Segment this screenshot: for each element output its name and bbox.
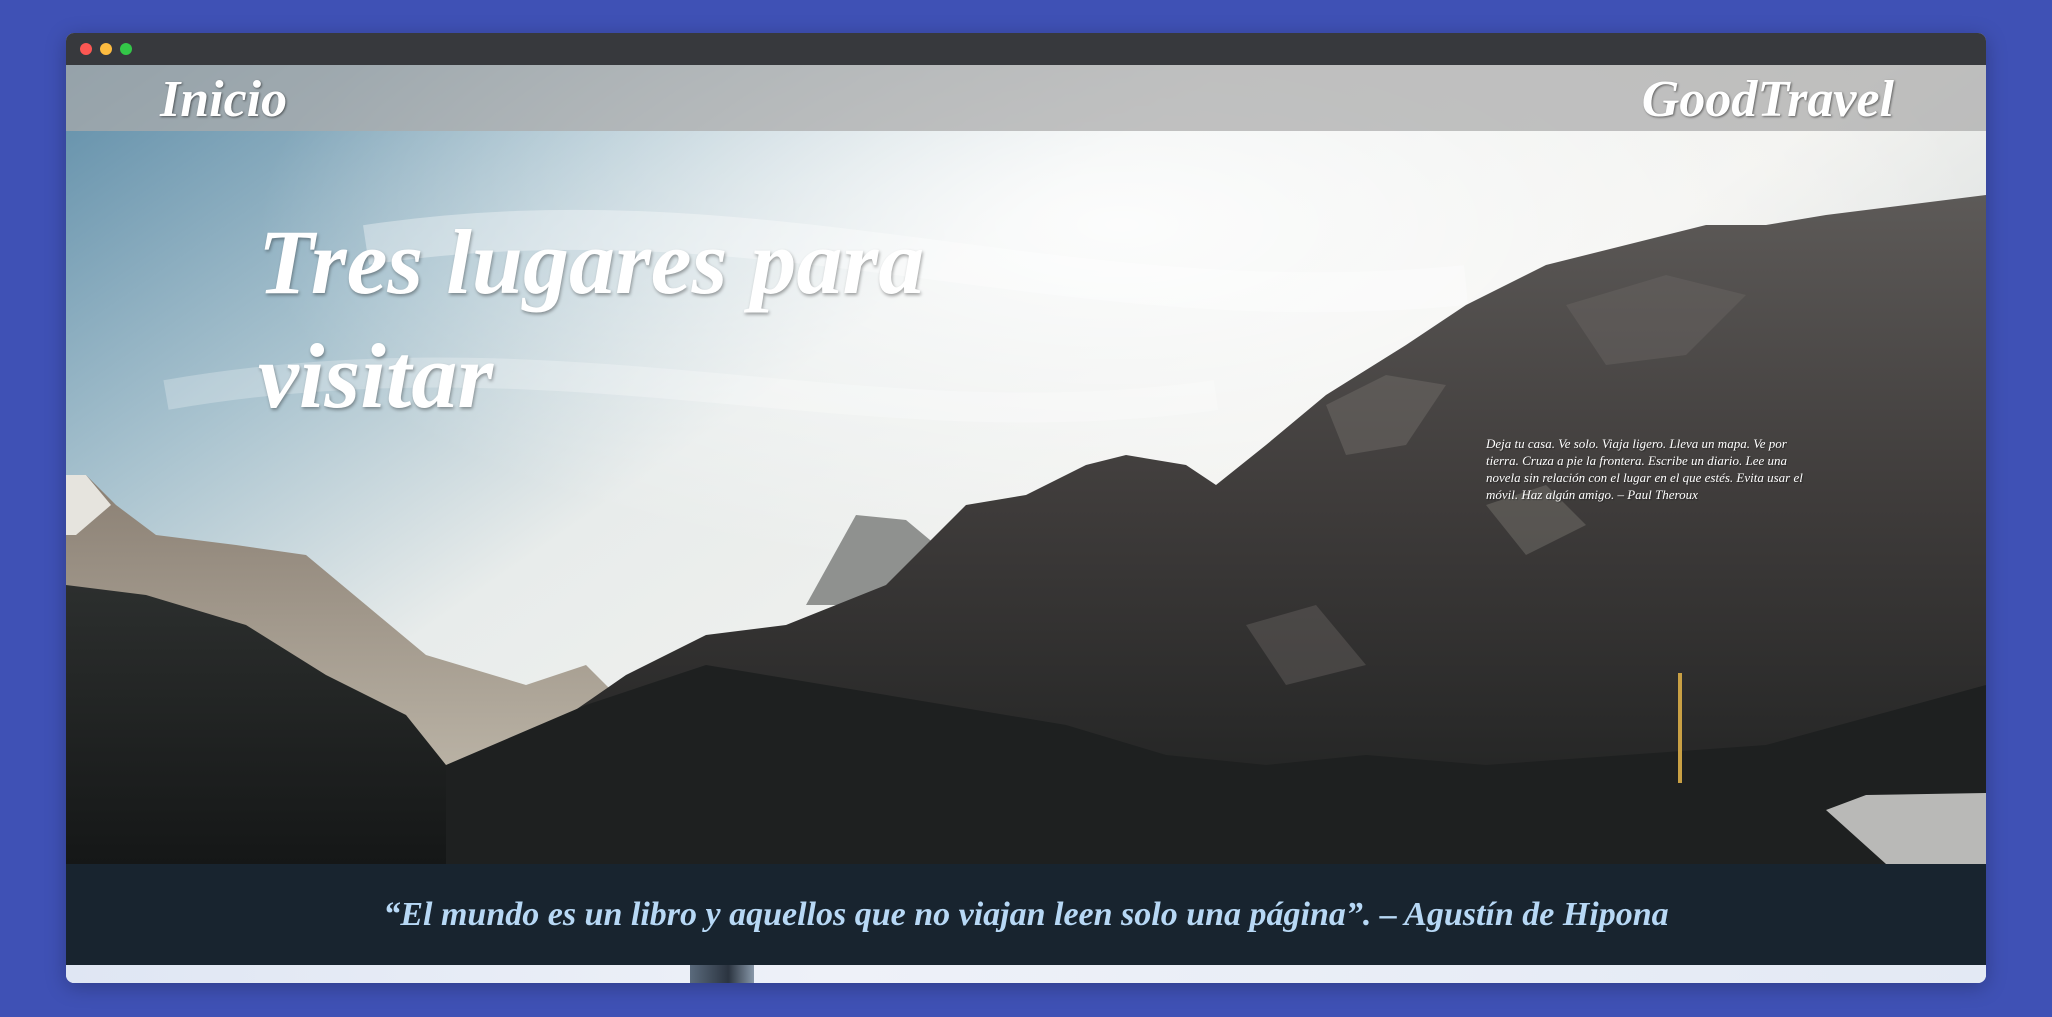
- brand-logo[interactable]: GoodTravel: [1642, 67, 1894, 133]
- quote-banner-text: “El mundo es un libro y aquellos que no …: [383, 896, 1669, 933]
- hero-title: Tres lugares para visitar: [258, 211, 925, 427]
- hero-quote: Deja tu casa. Ve solo. Viaja ligero. Lle…: [1486, 436, 1803, 502]
- minimize-window-button[interactable]: [100, 43, 112, 55]
- next-section-preview: [66, 965, 1986, 983]
- close-window-button[interactable]: [80, 43, 92, 55]
- hero-section: Inicio GoodTravel Tres lugares para visi…: [66, 65, 1986, 864]
- nav-home-link[interactable]: Inicio: [160, 67, 287, 133]
- next-section-image-fragment: [690, 965, 754, 983]
- quote-banner: “El mundo es un libro y aquellos que no …: [66, 864, 1986, 965]
- maximize-window-button[interactable]: [120, 43, 132, 55]
- window-titlebar: [66, 33, 1986, 65]
- browser-window: Inicio GoodTravel Tres lugares para visi…: [66, 33, 1986, 983]
- top-navbar: Inicio GoodTravel: [66, 65, 1986, 131]
